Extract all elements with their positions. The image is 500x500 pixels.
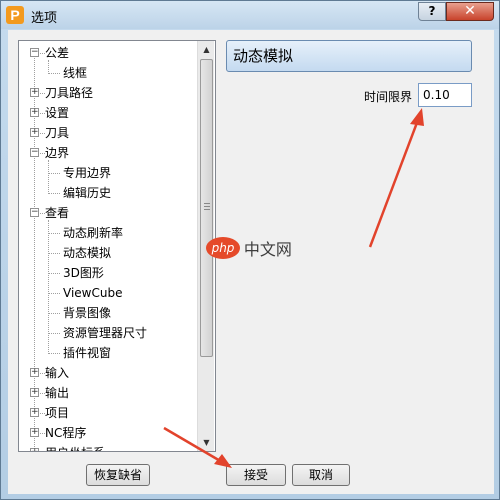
arrow-head-icon <box>410 108 424 126</box>
annotation-arrows <box>163 108 424 468</box>
arrow-to-accept <box>163 426 223 464</box>
arrow-to-input <box>368 119 420 248</box>
arrow-head-icon <box>214 454 232 468</box>
